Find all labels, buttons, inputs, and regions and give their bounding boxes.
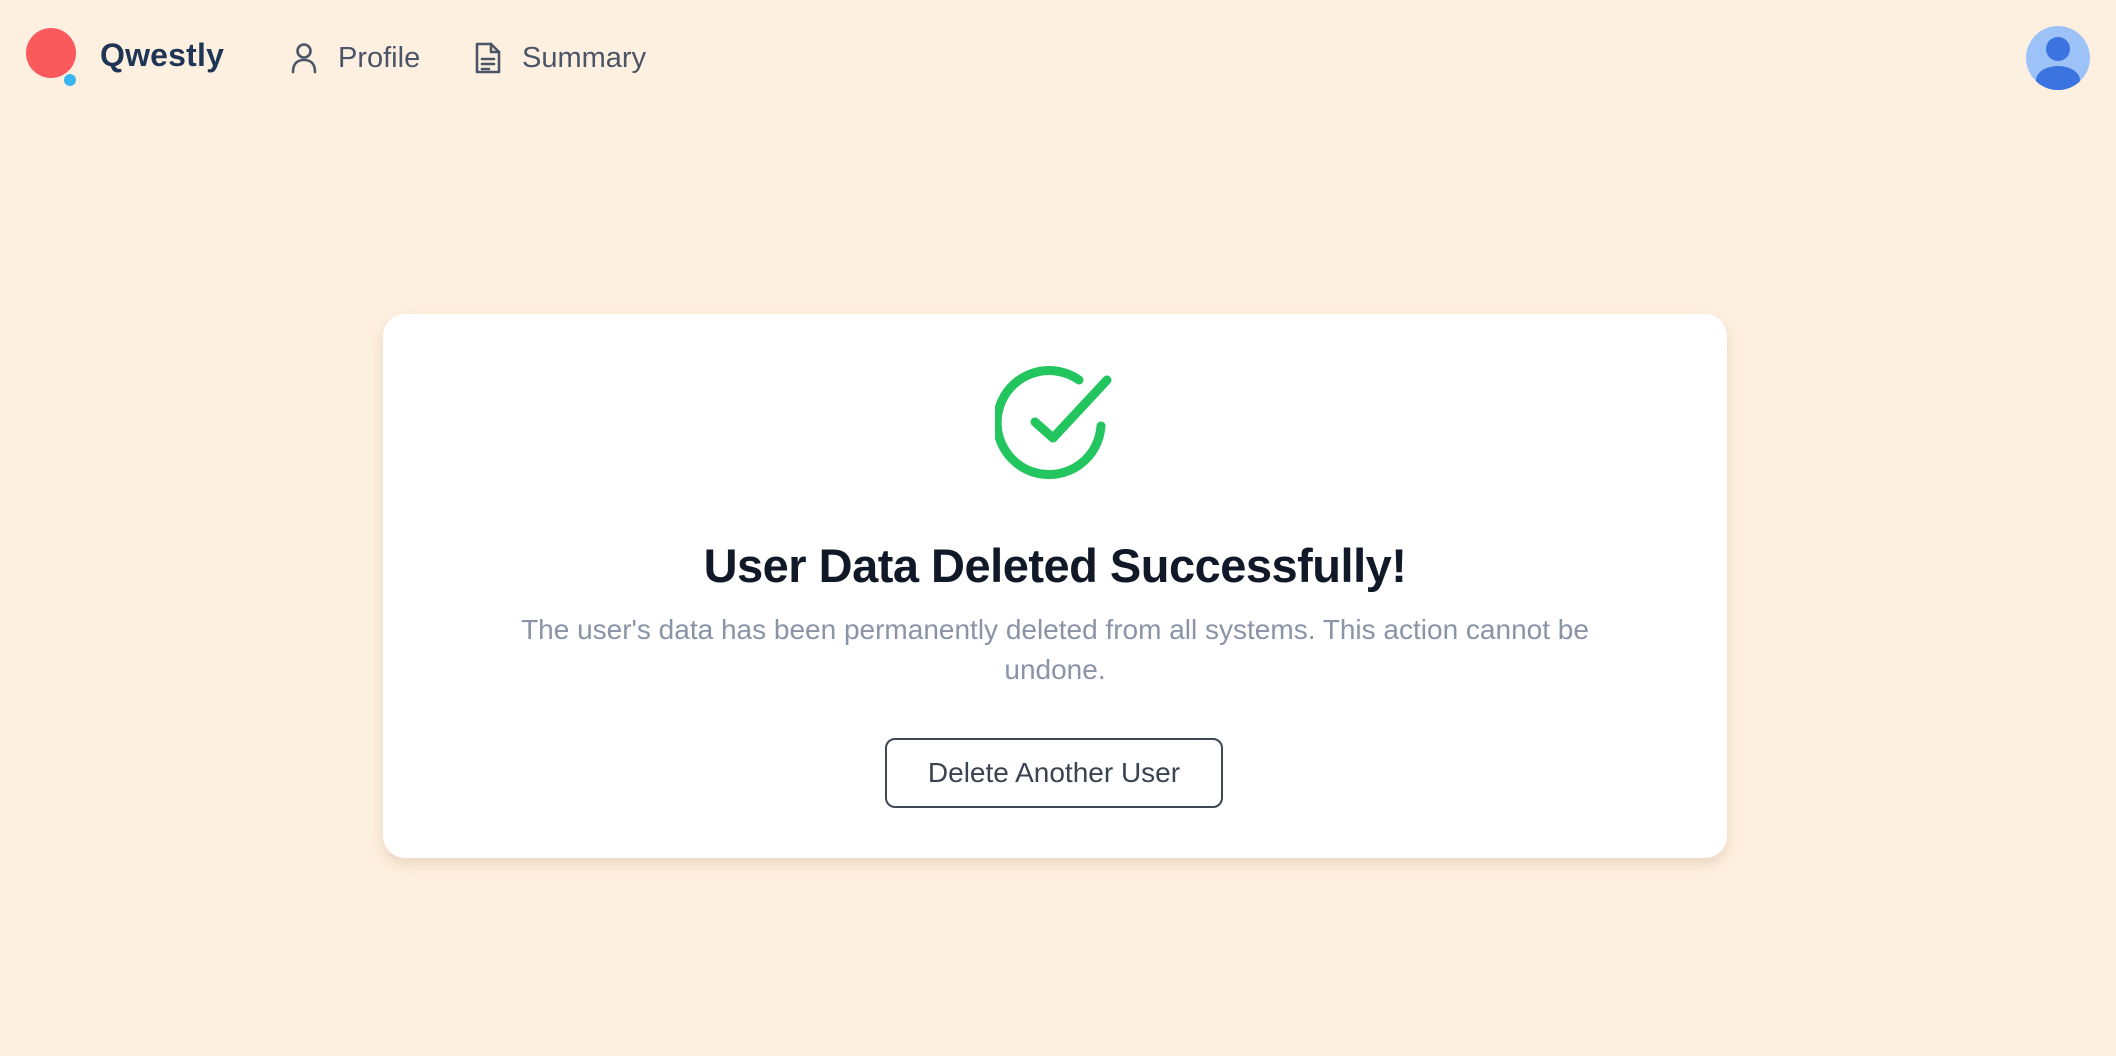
success-card: User Data Deleted Successfully! The user…: [383, 314, 1727, 858]
nav-label-profile: Profile: [338, 41, 421, 74]
top-navigation-bar: Qwestly Profile Summary: [0, 0, 2116, 116]
delete-another-user-button[interactable]: Delete Another User: [885, 738, 1223, 808]
logo-circle: [26, 28, 76, 78]
success-message: The user's data has been permanently del…: [521, 614, 1589, 685]
nav-item-summary[interactable]: Summary: [474, 38, 646, 78]
nav-item-profile[interactable]: Profile: [290, 38, 420, 78]
logo-dot: [64, 74, 76, 86]
user-avatar-icon: [2036, 37, 2080, 90]
brand-logo-icon[interactable]: [26, 28, 78, 88]
brand-name[interactable]: Qwestly: [100, 37, 224, 74]
user-icon: [291, 43, 317, 74]
user-avatar[interactable]: [2026, 26, 2090, 90]
document-icon: [475, 42, 501, 74]
nav-label-summary: Summary: [522, 41, 647, 74]
check-circle-icon: [995, 366, 1112, 480]
success-title: User Data Deleted Successfully!: [703, 539, 1407, 592]
